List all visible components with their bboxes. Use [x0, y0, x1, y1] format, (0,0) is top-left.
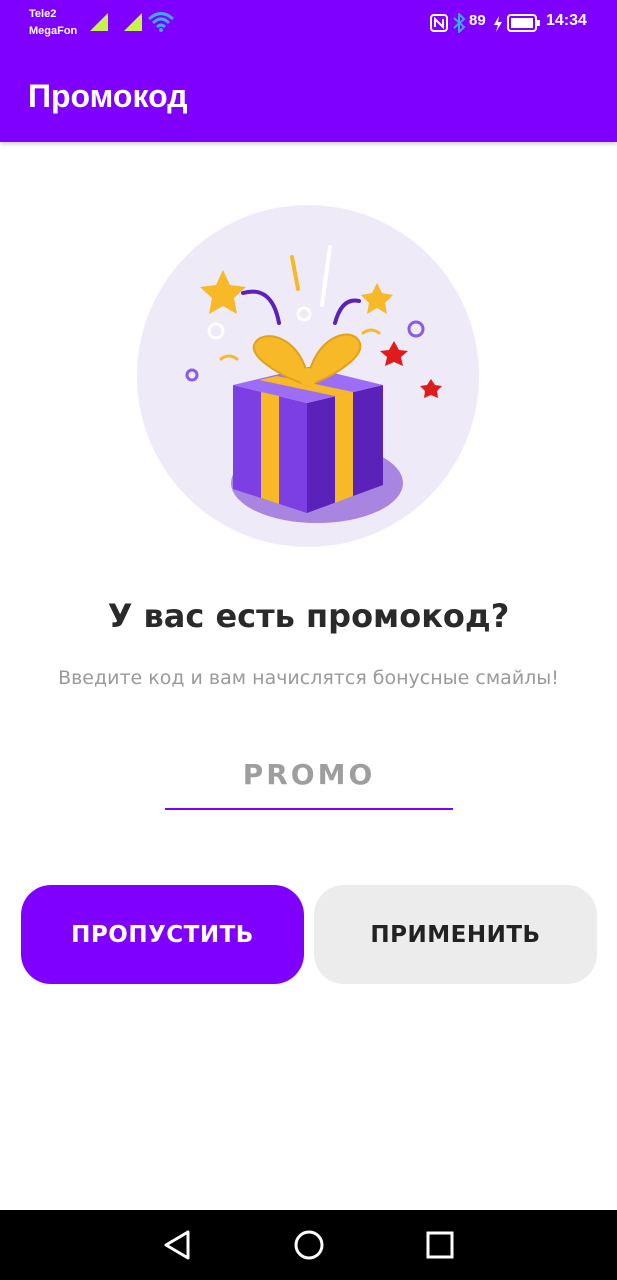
app-bar: Промокод: [0, 44, 617, 142]
signal-icon: [90, 13, 108, 31]
charging-icon: [494, 16, 502, 32]
carrier-2: MegaFon: [29, 25, 78, 37]
promo-code-input[interactable]: [165, 750, 453, 798]
promo-subtitle: Введите код и вам начислятся бонусные см…: [58, 667, 559, 689]
bluetooth-icon: [453, 13, 466, 33]
wifi-icon: [148, 12, 174, 32]
nfc-icon: [430, 14, 448, 32]
battery-icon: [507, 14, 540, 32]
recent-apps-icon[interactable]: [425, 1230, 455, 1260]
carrier-1: Tele2: [29, 8, 57, 20]
promo-headline: У вас есть промокод?: [107, 597, 510, 635]
system-nav-bar: [0, 1210, 617, 1280]
skip-button[interactable]: ПРОПУСТИТЬ: [21, 885, 304, 984]
battery-level: 89: [469, 12, 486, 29]
page-title: Промокод: [28, 78, 188, 114]
gift-illustration: [137, 205, 479, 547]
status-bar: Tele2 MegaFon 89 14:34: [0, 0, 617, 44]
carrier-names: Tele2 MegaFon: [29, 6, 77, 40]
home-icon[interactable]: [292, 1228, 326, 1262]
clock: 14:34: [546, 12, 587, 29]
promo-input-underline: [165, 808, 453, 810]
apply-button[interactable]: ПРИМЕНИТЬ: [314, 885, 597, 984]
signal-icon: [124, 13, 142, 31]
back-icon[interactable]: [160, 1228, 194, 1262]
